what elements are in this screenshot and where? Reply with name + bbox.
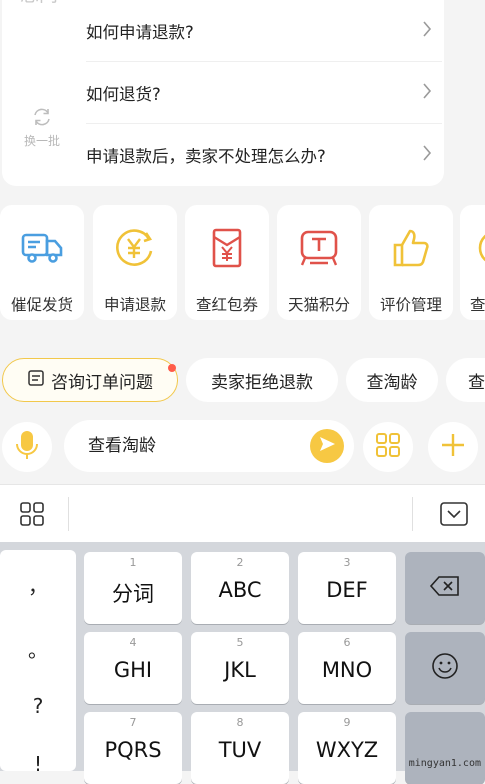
keyboard-grid-icon[interactable]	[20, 502, 44, 530]
service-label: 申请退款	[103, 296, 166, 314]
smiley-icon	[431, 652, 459, 684]
key-3[interactable]: 3 DEF	[298, 552, 396, 624]
faq-question-seller-no-response[interactable]: 申请退款后，卖家不处理怎么办?	[86, 124, 442, 185]
key-label: PQRS	[104, 738, 162, 762]
red-envelope-icon	[185, 227, 269, 269]
service-urge-shipping[interactable]: 催促发货	[0, 205, 84, 320]
key-label: 分词	[112, 582, 154, 606]
message-input[interactable]: 查看淘龄	[64, 420, 354, 472]
refresh-batch-button[interactable]: 换一批	[22, 106, 62, 149]
key-number: 2	[236, 556, 244, 569]
chip-label: 查淘龄	[366, 372, 418, 393]
chip-order-question[interactable]: 咨询订单问题	[2, 358, 178, 402]
key-label: TUV	[218, 738, 262, 762]
thumbs-up-icon	[369, 227, 453, 269]
chevron-right-icon	[422, 82, 432, 104]
truck-icon	[0, 227, 84, 269]
send-icon	[317, 434, 337, 458]
punct-question[interactable]: ?	[0, 694, 76, 718]
key-2[interactable]: 2 ABC	[191, 552, 289, 624]
key-5[interactable]: 5 JKL	[191, 632, 289, 704]
faq-question-label: 如何申请退款?	[86, 22, 194, 42]
service-partial[interactable]: 查	[460, 205, 485, 320]
faq-card: 想问 如何申请退款? 如何退货? 申请退款后，卖家不处理怎么办? 换一批	[2, 0, 444, 186]
key-number: 3	[343, 556, 351, 569]
key-label: GHI	[113, 658, 153, 682]
chip-label: 查	[468, 372, 485, 393]
service-check-coupons[interactable]: 查红包券	[185, 205, 269, 320]
hide-keyboard-icon[interactable]	[440, 502, 468, 530]
key-number: 9	[343, 716, 351, 729]
watermark: mingyan1.com	[408, 758, 481, 769]
faq-side-title: 想问	[20, 0, 58, 7]
service-label: 天猫积分	[287, 296, 350, 314]
notification-dot	[168, 364, 176, 372]
chip-account-age[interactable]: 查淘龄	[346, 358, 438, 402]
service-review-management[interactable]: 评价管理	[369, 205, 453, 320]
key-number: 8	[236, 716, 244, 729]
service-label: 查	[470, 296, 485, 314]
key-label: ABC	[218, 578, 262, 602]
chevron-right-icon	[422, 144, 432, 166]
divider	[68, 497, 69, 531]
faq-question-return[interactable]: 如何退货?	[86, 62, 442, 123]
chip-partial[interactable]: 查	[446, 358, 485, 402]
backspace-icon	[429, 575, 461, 601]
key-9[interactable]: 9 WXYZ	[298, 712, 396, 784]
key-number: 4	[129, 636, 137, 649]
key-partial[interactable]	[405, 712, 485, 784]
key-6[interactable]: 6 MNO	[298, 632, 396, 704]
send-button[interactable]	[310, 429, 344, 463]
grid-icon	[375, 432, 401, 462]
keyboard: ， 。 ? ! 1 分词 2 ABC 3 DEF 4 GHI 5 JKL 6 M…	[0, 542, 485, 784]
key-7[interactable]: 7 PQRS	[84, 712, 182, 784]
plus-icon	[440, 432, 466, 462]
punct-comma[interactable]: ，	[0, 570, 76, 599]
refresh-label: 换一批	[23, 134, 60, 148]
service-label: 评价管理	[379, 296, 442, 314]
key-number: 1	[129, 556, 137, 569]
service-label: 查红包券	[195, 296, 258, 314]
receipt-icon	[27, 369, 45, 392]
chevron-right-icon	[422, 20, 432, 42]
divider	[412, 497, 413, 531]
tmall-points-icon	[277, 227, 361, 269]
chip-label: 卖家拒绝退款	[211, 372, 313, 393]
partial-icon	[460, 227, 485, 269]
key-number: 5	[236, 636, 244, 649]
service-tmall-points[interactable]: 天猫积分	[277, 205, 361, 320]
key-label: WXYZ	[315, 738, 379, 762]
yen-refund-icon	[93, 227, 177, 269]
message-input-value: 查看淘龄	[88, 436, 156, 456]
backspace-key[interactable]	[405, 552, 485, 624]
refresh-icon	[22, 106, 62, 128]
faq-question-label: 申请退款后，卖家不处理怎么办?	[86, 146, 326, 166]
add-button[interactable]	[428, 422, 478, 472]
punct-exclamation[interactable]: !	[0, 752, 76, 776]
chip-seller-refused-refund[interactable]: 卖家拒绝退款	[186, 358, 338, 402]
key-label: JKL	[224, 658, 256, 682]
key-number: 7	[129, 716, 137, 729]
service-request-refund[interactable]: 申请退款	[93, 205, 177, 320]
more-services-button[interactable]	[363, 422, 413, 472]
key-number: 6	[343, 636, 351, 649]
key-label: MNO	[321, 658, 373, 682]
voice-input-button[interactable]	[2, 422, 52, 472]
chip-label: 咨询订单问题	[51, 372, 153, 393]
key-8[interactable]: 8 TUV	[191, 712, 289, 784]
punctuation-column[interactable]: ， 。 ? !	[0, 550, 76, 776]
faq-question-label: 如何退货?	[86, 84, 161, 104]
faq-question-refund[interactable]: 如何申请退款?	[86, 0, 442, 61]
service-label: 催促发货	[10, 296, 73, 314]
emoji-key[interactable]	[405, 632, 485, 704]
punct-period[interactable]: 。	[0, 634, 76, 663]
keyboard-toolbar	[0, 484, 485, 543]
key-label: DEF	[326, 578, 368, 602]
key-4[interactable]: 4 GHI	[84, 632, 182, 704]
key-1[interactable]: 1 分词	[84, 552, 182, 624]
microphone-icon	[15, 429, 39, 465]
